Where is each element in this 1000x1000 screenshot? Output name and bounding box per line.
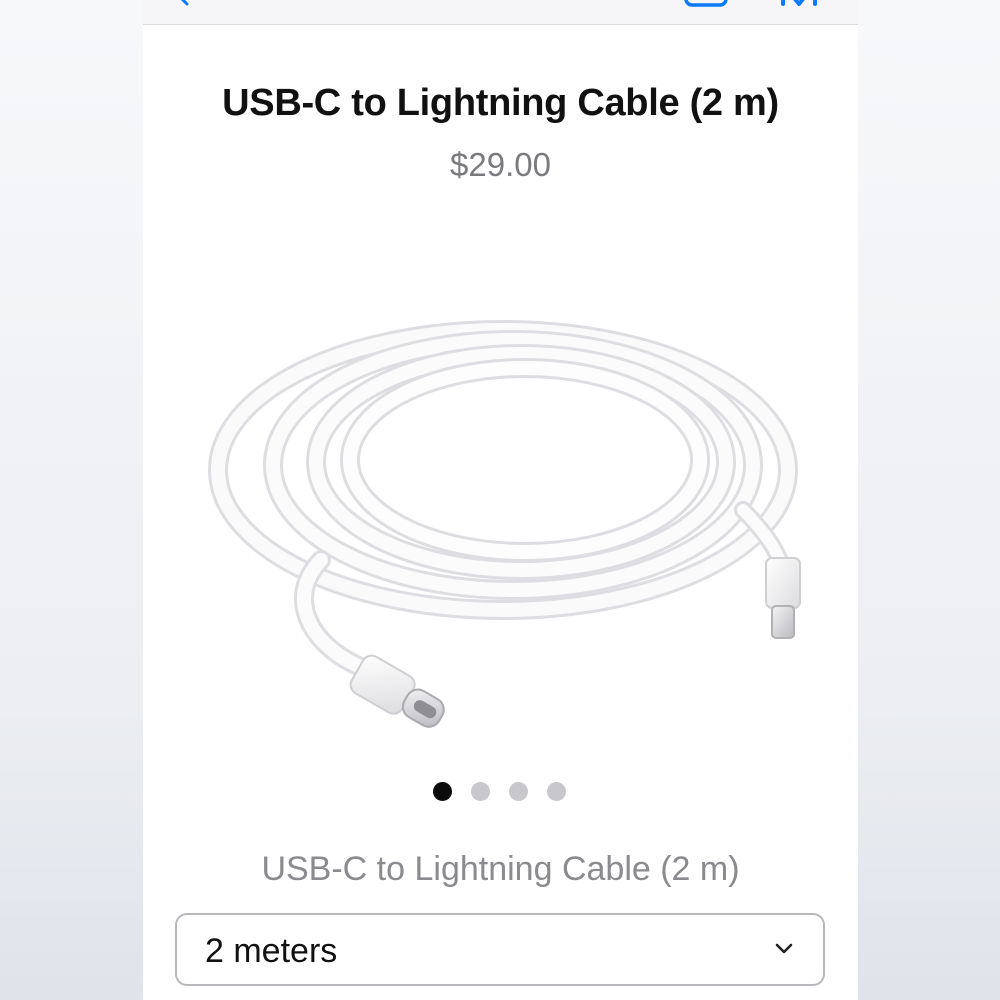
image-pager <box>433 782 566 802</box>
pager-dot[interactable] <box>509 782 528 801</box>
top-toolbar <box>143 0 858 25</box>
pager-dot-active[interactable] <box>433 782 452 801</box>
bookmark-icon[interactable] <box>779 0 819 10</box>
option-label: USB-C to Lightning Cable (2 m) <box>261 850 740 888</box>
select-value: 2 meters <box>205 932 338 970</box>
chevron-left-icon[interactable] <box>173 0 193 6</box>
product-page: USB-C to Lightning Cable (2 m) $29.00 US… <box>143 0 858 1000</box>
length-select[interactable]: 2 meters <box>175 913 825 986</box>
chevron-down-icon <box>775 943 793 954</box>
pager-dot[interactable] <box>547 782 566 801</box>
product-price: $29.00 <box>450 146 551 183</box>
product-image[interactable] <box>203 300 803 740</box>
pager-dot[interactable] <box>471 782 490 801</box>
product-title: USB-C to Lightning Cable (2 m) <box>222 82 779 124</box>
share-icon[interactable] <box>683 0 729 8</box>
right-backdrop <box>858 0 1000 1000</box>
left-backdrop <box>0 0 143 1000</box>
